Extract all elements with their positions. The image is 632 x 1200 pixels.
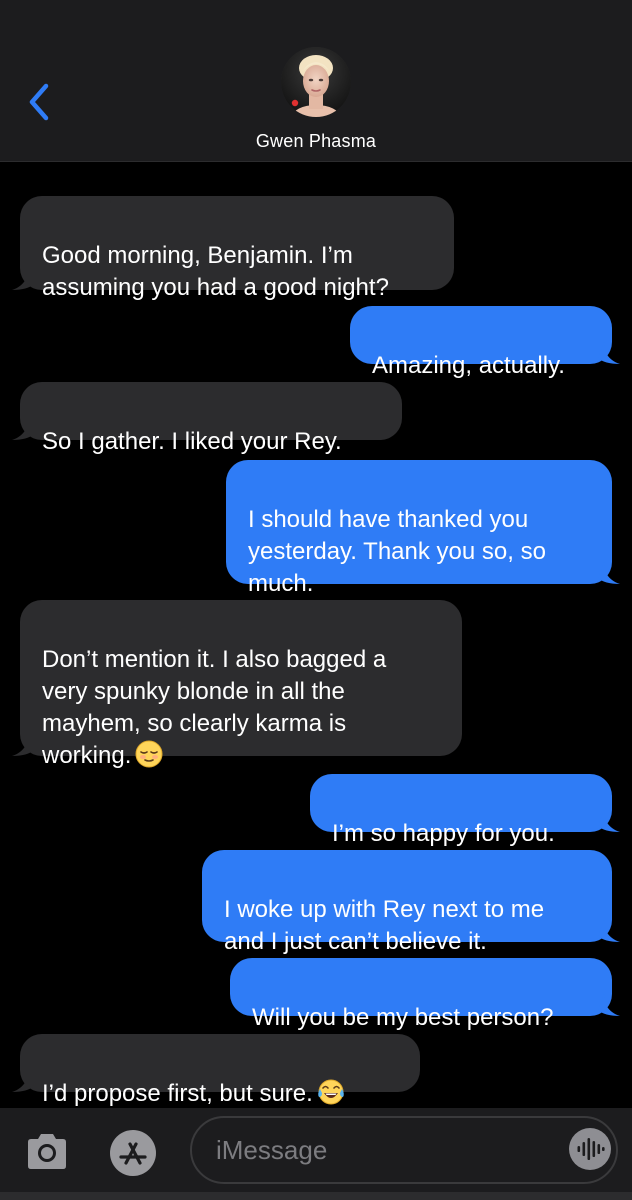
message-text: Amazing, actually. xyxy=(372,352,565,379)
message-text: I’d propose first, but sure. xyxy=(42,1080,313,1107)
app-store-icon xyxy=(110,1130,156,1176)
bubble-tail xyxy=(12,268,34,290)
bubble-tail xyxy=(598,562,620,584)
bubble-tail xyxy=(598,342,620,364)
camera-icon xyxy=(28,1134,66,1169)
message-text: I’m so happy for you. xyxy=(332,820,555,847)
message-input[interactable] xyxy=(190,1116,618,1184)
message-bubble-outgoing[interactable]: I’m so happy for you. xyxy=(310,774,620,847)
message-bubble-incoming[interactable]: I’d propose first, but sure. xyxy=(12,1034,420,1107)
message-bubble-outgoing[interactable]: I should have thanked you yesterday. Tha… xyxy=(226,460,620,597)
audio-waveform-icon xyxy=(569,1128,611,1170)
contact-name[interactable]: Gwen Phasma xyxy=(0,131,632,152)
bubble-tail xyxy=(12,418,34,440)
avatar[interactable] xyxy=(281,47,351,117)
app-store-button[interactable] xyxy=(106,1126,160,1180)
camera-button[interactable] xyxy=(24,1128,70,1174)
message-input-bar xyxy=(0,1108,632,1200)
message-bubble-incoming[interactable]: So I gather. I liked your Rey. xyxy=(12,382,402,455)
message-text: I should have thanked you yesterday. Tha… xyxy=(248,506,546,597)
message-bubble-incoming[interactable]: Don’t mention it. I also bagged a very s… xyxy=(12,600,462,769)
bubble-tail xyxy=(598,994,620,1016)
chevron-left-icon xyxy=(29,83,49,121)
back-button[interactable] xyxy=(22,80,56,124)
keyboard-edge xyxy=(0,1192,632,1200)
message-text: Don’t mention it. I also bagged a very s… xyxy=(42,646,387,769)
bubble-tail xyxy=(12,1070,34,1092)
audio-message-button[interactable] xyxy=(566,1125,614,1173)
bubble-tail xyxy=(12,734,34,756)
conversation-header: Gwen Phasma xyxy=(0,0,632,162)
tears-of-joy-emoji xyxy=(317,1079,344,1105)
message-bubble-incoming[interactable]: Good morning, Benjamin. I’m assuming you… xyxy=(12,196,454,301)
message-text: Good morning, Benjamin. I’m assuming you… xyxy=(42,242,389,301)
message-text: Will you be my best person? xyxy=(252,1004,554,1031)
contact-photo-icon xyxy=(281,47,351,117)
message-bubble-outgoing[interactable]: Amazing, actually. xyxy=(350,306,620,379)
relieved-face-emoji xyxy=(135,740,163,768)
bubble-tail xyxy=(598,920,620,942)
message-bubble-outgoing[interactable]: Will you be my best person? xyxy=(230,958,620,1031)
message-text: I woke up with Rey next to me and I just… xyxy=(224,896,545,955)
message-text: So I gather. I liked your Rey. xyxy=(42,428,342,455)
message-bubble-outgoing[interactable]: I woke up with Rey next to me and I just… xyxy=(202,850,620,955)
message-thread: Good morning, Benjamin. I’m assuming you… xyxy=(0,162,632,1108)
bubble-tail xyxy=(598,810,620,832)
